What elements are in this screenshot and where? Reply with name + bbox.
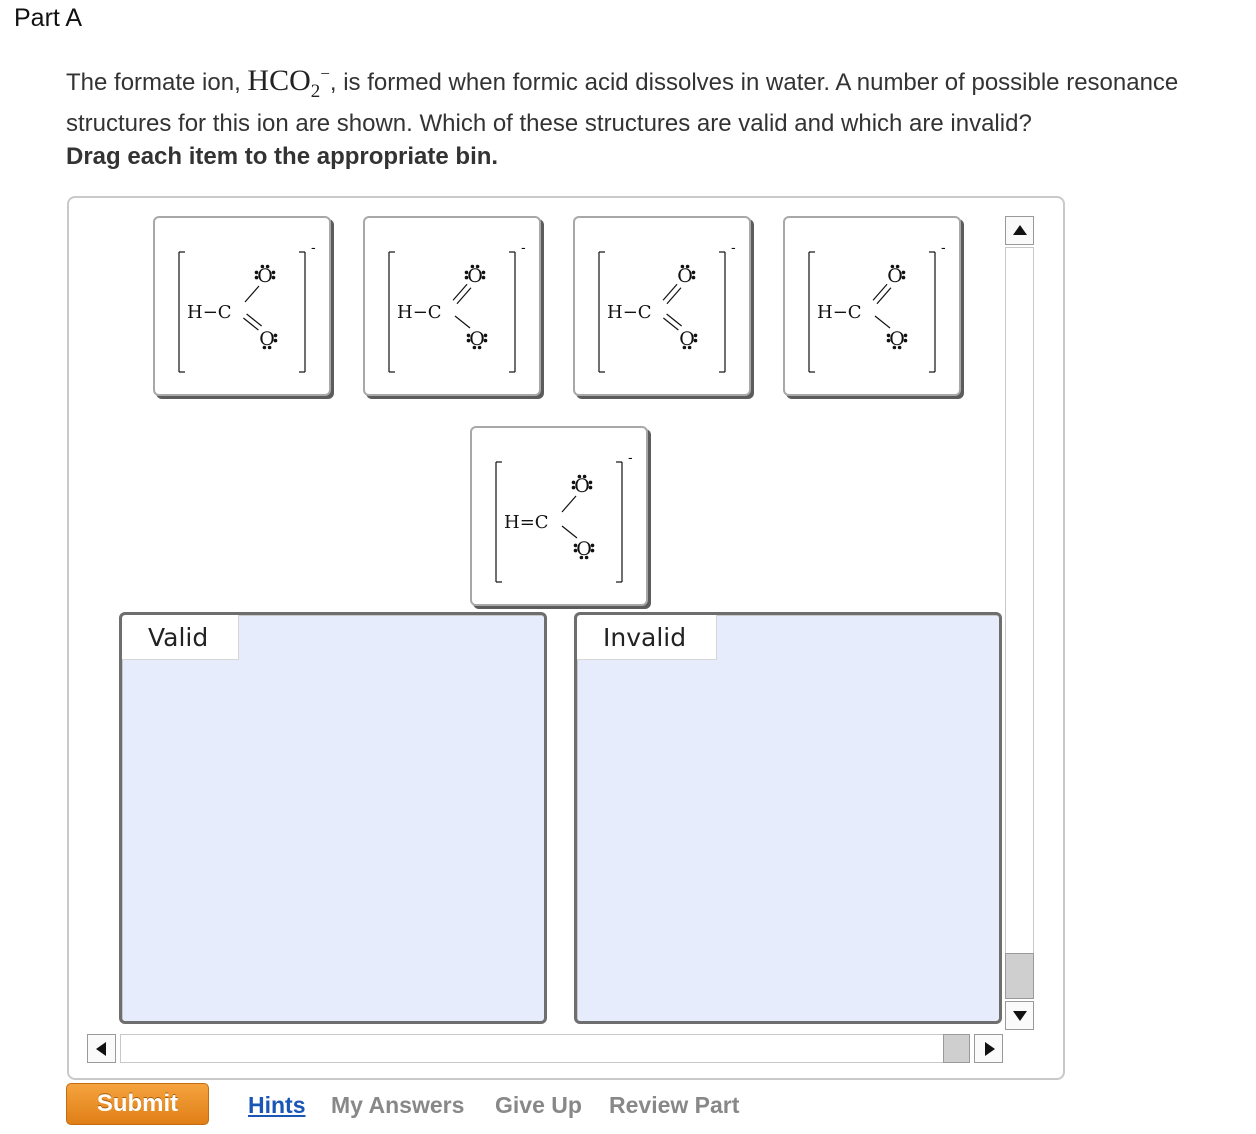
formula: HCO2− bbox=[247, 64, 330, 102]
tile-upper-oxygen-label: O bbox=[574, 475, 590, 497]
tile-lower-oxygen-label: O bbox=[576, 538, 592, 560]
scroll-right-button[interactable] bbox=[974, 1034, 1003, 1063]
structure-tile-1[interactable]: - H−C O O bbox=[153, 216, 331, 396]
tile-charge: - bbox=[521, 239, 526, 255]
part-title: Part A bbox=[14, 4, 83, 32]
drag-drop-widget: - H−C O O - H−C O O - H−C O O - H−C O O - H=C O O Valid… bbox=[67, 196, 1065, 1080]
structure-tile-4[interactable]: - H−C O O bbox=[783, 216, 961, 396]
formula-charge: − bbox=[320, 64, 330, 83]
arrow-left-icon bbox=[96, 1042, 106, 1056]
question-text-before: The formate ion, bbox=[66, 69, 248, 96]
lewis-structure-3: - H−C O O bbox=[598, 239, 736, 373]
hints-link[interactable]: Hints bbox=[248, 1092, 306, 1119]
tile-lower-oxygen-label: O bbox=[259, 328, 275, 350]
horizontal-scroll-track[interactable] bbox=[120, 1034, 958, 1063]
structure-tile-2[interactable]: - H−C O O bbox=[363, 216, 541, 396]
formula-subscript: 2 bbox=[310, 81, 321, 102]
tile-charge: - bbox=[311, 239, 316, 255]
tile-h-c-label: H−C bbox=[817, 302, 862, 323]
invalid-bin-label: Invalid bbox=[577, 615, 718, 660]
arrow-down-icon bbox=[1013, 1011, 1027, 1021]
lewis-structure-5: - H=C O O bbox=[495, 449, 633, 583]
tile-lower-oxygen-label: O bbox=[679, 328, 695, 350]
vertical-scrollbar[interactable] bbox=[1005, 216, 1036, 1032]
invalid-bin[interactable]: Invalid bbox=[574, 612, 1002, 1024]
structure-tile-3[interactable]: - H−C O O bbox=[573, 216, 751, 396]
valid-bin[interactable]: Valid bbox=[119, 612, 547, 1024]
tile-lower-oxygen-label: O bbox=[889, 328, 905, 350]
tile-h-c-label: H−C bbox=[187, 302, 232, 323]
arrow-right-icon bbox=[985, 1042, 995, 1056]
tile-upper-oxygen-label: O bbox=[467, 265, 483, 287]
valid-bin-label: Valid bbox=[122, 615, 240, 660]
tile-upper-oxygen-label: O bbox=[677, 265, 693, 287]
scroll-up-button[interactable] bbox=[1005, 216, 1034, 245]
tile-charge: - bbox=[941, 239, 946, 255]
horizontal-scrollbar[interactable] bbox=[87, 1034, 1005, 1063]
tile-h-c-label: H−C bbox=[607, 302, 652, 323]
lewis-structure-1: - H−C O O bbox=[178, 239, 316, 373]
formula-main: HCO bbox=[247, 64, 311, 97]
horizontal-scroll-thumb[interactable] bbox=[943, 1034, 970, 1063]
tile-upper-oxygen-label: O bbox=[887, 265, 903, 287]
tile-charge: - bbox=[731, 239, 736, 255]
give-up-link[interactable]: Give Up bbox=[495, 1092, 582, 1119]
lewis-structure-2: - H−C O O bbox=[388, 239, 526, 373]
tile-h-c-label: H−C bbox=[397, 302, 442, 323]
arrow-up-icon bbox=[1013, 225, 1027, 235]
submit-button[interactable]: Submit bbox=[66, 1083, 209, 1125]
my-answers-link[interactable]: My Answers bbox=[331, 1092, 464, 1119]
review-part-link[interactable]: Review Part bbox=[609, 1092, 739, 1119]
structure-tile-5[interactable]: - H=C O O bbox=[470, 426, 648, 606]
scroll-left-button[interactable] bbox=[87, 1034, 116, 1063]
tile-lower-oxygen-label: O bbox=[469, 328, 485, 350]
lewis-structure-4: - H−C O O bbox=[808, 239, 946, 373]
vertical-scroll-track[interactable] bbox=[1005, 247, 1034, 999]
vertical-scroll-thumb[interactable] bbox=[1005, 953, 1034, 999]
tile-upper-oxygen-label: O bbox=[257, 265, 273, 287]
scroll-down-button[interactable] bbox=[1005, 1001, 1034, 1030]
tile-charge: - bbox=[628, 449, 633, 465]
instruction: Drag each item to the appropriate bin. bbox=[66, 143, 499, 170]
tile-h-c-label: H=C bbox=[504, 512, 549, 533]
question-text: The formate ion, HCO2−, is formed when f… bbox=[66, 58, 1246, 140]
